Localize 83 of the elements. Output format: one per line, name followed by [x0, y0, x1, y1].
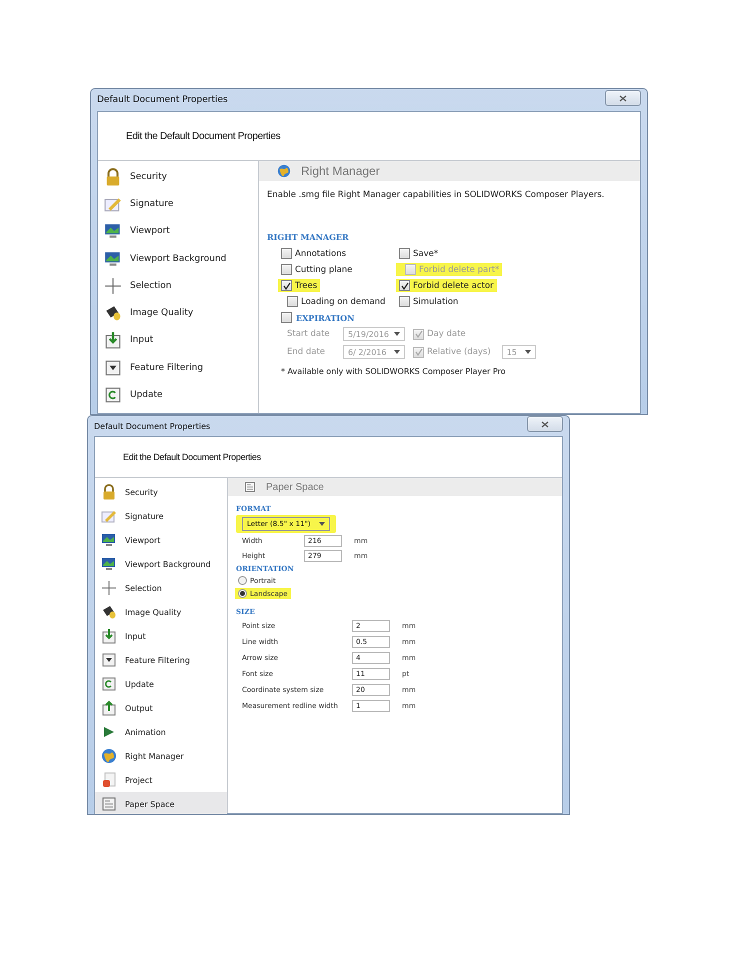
filter-icon — [104, 358, 122, 377]
window-title: Default Document Properties — [94, 422, 210, 430]
globe-icon — [101, 748, 117, 764]
caret-icon — [394, 332, 400, 336]
sidebar-item[interactable]: Security — [98, 163, 258, 190]
close-icon — [619, 94, 627, 102]
sidebar-item[interactable]: Feature Filtering — [95, 648, 227, 672]
checkbox[interactable] — [281, 248, 292, 259]
checkbox[interactable] — [413, 328, 424, 340]
checkbox-option[interactable]: Annotations — [278, 247, 350, 260]
section-heading: EXPIRATION — [296, 312, 354, 322]
close-button[interactable] — [527, 416, 563, 432]
checkbox[interactable] — [281, 312, 292, 323]
checkbox-option[interactable]: Trees — [278, 279, 320, 292]
monitor-icon — [101, 532, 117, 548]
sidebar-item[interactable]: Project — [95, 768, 227, 792]
refresh-icon — [101, 676, 117, 692]
sidebar-item[interactable]: Input — [98, 326, 258, 354]
checkbox[interactable] — [399, 296, 410, 307]
panel-title: Paper Space — [266, 482, 324, 492]
sidebar-item[interactable]: Viewport Background — [95, 552, 227, 576]
filter-icon — [101, 652, 117, 668]
panel-title: Right Manager — [301, 164, 380, 178]
window-title: Default Document Properties — [97, 95, 228, 105]
sidebar-item[interactable]: Update — [98, 381, 258, 409]
sidebar-item[interactable]: Paper Space — [95, 792, 227, 814]
checkbox[interactable] — [281, 280, 292, 291]
sidebar-item[interactable]: Feature Filtering — [98, 354, 258, 382]
dialog-heading: Edit the Default Document Properties — [123, 452, 261, 462]
sidebar-item[interactable]: Signature — [98, 190, 258, 218]
checkbox[interactable] — [399, 248, 410, 259]
sidebar-item[interactable]: Selection — [95, 576, 227, 600]
sidebar-item[interactable]: Right Manager — [95, 744, 227, 768]
import-icon — [101, 628, 117, 644]
monitor-icon — [101, 556, 117, 572]
checkbox-option[interactable]: Cutting plane — [278, 263, 356, 276]
checkbox-option[interactable]: Loading on demand — [278, 295, 388, 308]
sidebar-item[interactable]: Output — [95, 696, 227, 720]
padlock-icon — [104, 168, 122, 186]
close-icon — [541, 420, 549, 428]
checkbox[interactable] — [413, 346, 424, 358]
import-icon — [104, 331, 122, 350]
checkbox[interactable] — [281, 264, 292, 275]
crosshair-icon — [104, 276, 122, 295]
sidebar-item[interactable]: Image Quality — [98, 299, 258, 327]
document-icon — [101, 772, 117, 788]
sidebar-item[interactable]: Update — [95, 672, 227, 696]
field-label: End date — [287, 347, 326, 357]
monitor-icon — [104, 250, 122, 268]
sidebar-item[interactable]: Viewport — [95, 528, 227, 552]
radio-button[interactable] — [238, 576, 247, 585]
field-label: Start date — [287, 329, 331, 339]
caret-icon — [524, 350, 531, 354]
checkbox[interactable] — [399, 280, 410, 291]
monitor-icon — [104, 222, 122, 240]
dialog-heading: Edit the Default Document Properties — [126, 130, 280, 142]
footnote-text: * Available only with SOLIDWORKS Composer Player Pro — [281, 367, 507, 376]
sidebar-item[interactable]: Selection — [98, 272, 258, 300]
signature-pen-icon — [101, 508, 117, 524]
globe-icon — [277, 164, 291, 178]
close-button[interactable] — [605, 90, 641, 106]
description-text: Enable .smg file Right Manager capabilities in SOLIDWORKS Composer Players. — [267, 190, 606, 200]
sidebar-item[interactable]: Input — [95, 624, 227, 648]
sidebar-item[interactable]: Viewport — [98, 218, 258, 245]
radio-button[interactable] — [238, 589, 247, 598]
refresh-icon — [104, 386, 122, 404]
sidebar-item[interactable]: Security — [95, 480, 227, 504]
sidebar-item[interactable]: Signature — [95, 504, 227, 528]
caret-icon — [319, 522, 325, 526]
checkbox-option[interactable]: Forbid delete actor — [396, 279, 497, 292]
section-heading: RIGHT MANAGER — [267, 232, 350, 242]
export-icon — [101, 700, 117, 716]
padlock-icon — [101, 484, 117, 500]
sidebar-item[interactable]: Viewport Background — [98, 244, 258, 272]
page-layout-icon — [244, 481, 256, 493]
checkbox-option[interactable]: Save* — [396, 247, 442, 260]
sidebar-item[interactable]: Animation — [95, 720, 227, 744]
checkbox[interactable] — [287, 296, 298, 307]
caret-icon — [394, 350, 400, 354]
checkbox-option[interactable]: Simulation — [396, 295, 462, 308]
page-layout-icon — [101, 796, 117, 812]
crosshair-icon — [101, 580, 117, 596]
sidebar-item[interactable]: Image Quality — [95, 600, 227, 624]
